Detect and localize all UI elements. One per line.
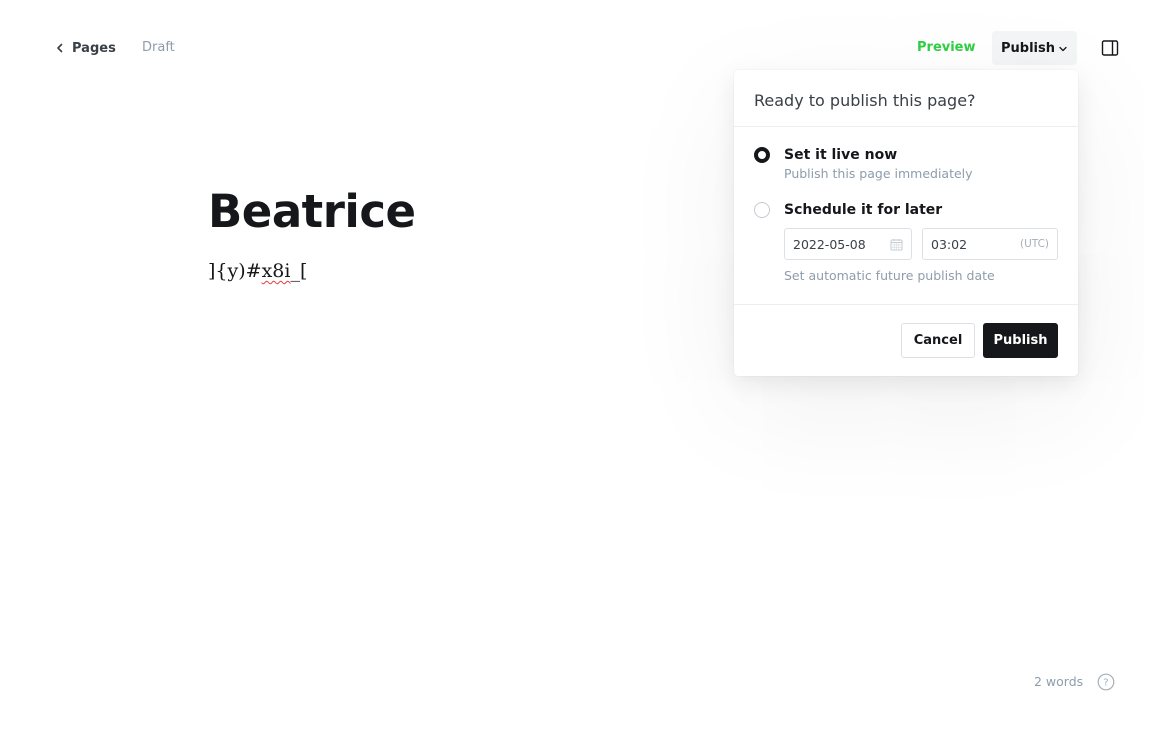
timezone-label: (UTC): [1019, 238, 1049, 250]
help-glyph: ?: [1103, 678, 1108, 689]
calendar-icon: [890, 238, 903, 250]
option-publish-now[interactable]: Set it live now Publish this page immedi…: [754, 147, 1058, 181]
back-to-pages-link[interactable]: Pages: [54, 38, 116, 58]
preview-button[interactable]: Preview: [917, 40, 976, 55]
publish-dropdown-trigger[interactable]: Publish: [992, 31, 1077, 65]
radio-publish-now[interactable]: [754, 147, 770, 163]
option-publish-now-title: Set it live now: [784, 147, 898, 163]
sidebar-toggle-icon: [1101, 40, 1119, 56]
radio-schedule[interactable]: [754, 202, 770, 218]
schedule-time-input[interactable]: 03:02 (UTC): [922, 228, 1058, 260]
editor-page: Pages Draft Preview Publish Beatrice ]{y…: [0, 0, 1156, 729]
cancel-button[interactable]: Cancel: [901, 322, 975, 358]
post-body[interactable]: ]{y)#x8i_[: [208, 258, 307, 284]
option-schedule[interactable]: Schedule it for later 2022-05-08 03:02 (…: [754, 202, 1058, 283]
help-button[interactable]: ?: [1097, 673, 1115, 691]
body-text-suffix: _[: [290, 260, 308, 282]
option-publish-now-description: Publish this page immediately: [784, 166, 973, 181]
option-schedule-title: Schedule it for later: [784, 202, 943, 218]
confirm-publish-button[interactable]: Publish: [983, 322, 1058, 358]
publish-menu-footer: Cancel Publish: [734, 305, 1078, 375]
post-title[interactable]: Beatrice: [208, 182, 416, 242]
schedule-inputs: 2022-05-08 03:02 (UTC): [784, 228, 1058, 260]
publish-trigger-label: Publish: [1001, 40, 1055, 56]
body-text-misspelled: x8i: [261, 260, 291, 282]
publish-options: Set it live now Publish this page immedi…: [734, 127, 1078, 305]
body-text-prefix: ]{y)#: [208, 260, 262, 282]
schedule-time-value: 03:02: [931, 236, 968, 252]
chevron-down-icon: [1059, 46, 1067, 51]
post-status: Draft: [142, 40, 175, 55]
word-count: 2 words: [1034, 674, 1084, 689]
chevron-left-icon: [57, 43, 63, 53]
schedule-date-value: 2022-05-08: [793, 236, 866, 252]
help-circle-icon: ?: [1097, 673, 1115, 691]
publish-menu-heading: Ready to publish this page?: [734, 70, 1078, 127]
back-link-label: Pages: [72, 40, 116, 56]
sidebar-toggle-button[interactable]: [1101, 39, 1119, 57]
schedule-date-input[interactable]: 2022-05-08: [784, 228, 912, 260]
publish-menu: Ready to publish this page? Set it live …: [734, 70, 1078, 376]
schedule-hint: Set automatic future publish date: [784, 268, 995, 283]
